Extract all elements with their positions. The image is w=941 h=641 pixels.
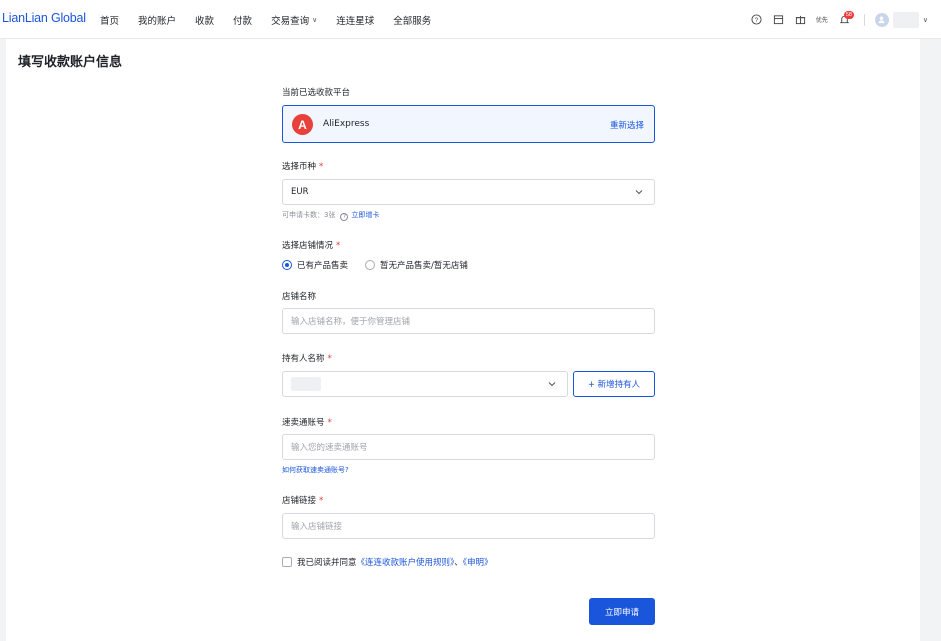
account-label: 速卖通账号 * bbox=[282, 416, 332, 428]
nav-label: 收款 bbox=[195, 15, 215, 27]
agreement-separator: 、 bbox=[454, 558, 463, 568]
platform-name: AliExpress bbox=[323, 119, 370, 129]
store-status-label-text: 选择店铺情况 bbox=[282, 241, 334, 251]
page-title: 填写收款账户信息 bbox=[18, 55, 123, 70]
gift-icon[interactable] bbox=[792, 11, 810, 29]
header-tools: ? 优先 58 ∨ bbox=[744, 0, 941, 39]
store-name-input[interactable]: 输入店铺名称，便于你管理店铺 bbox=[282, 308, 655, 334]
currency-select[interactable]: EUR bbox=[282, 179, 655, 205]
holder-label: 持有人名称 * bbox=[282, 352, 332, 364]
chevron-down-icon[interactable]: ∨ bbox=[923, 16, 928, 24]
agreement-checkbox[interactable] bbox=[282, 557, 292, 567]
store-name-label: 店铺名称 bbox=[282, 292, 317, 302]
main-nav: 首页 我的账户 收款 付款 交易查询 ∨ 连连星球 全部服务 bbox=[100, 0, 450, 39]
nav-label: 全部服务 bbox=[393, 15, 432, 27]
submit-apply-button[interactable]: 立即申请 bbox=[589, 598, 655, 625]
aliexpress-logo-icon: A bbox=[292, 114, 313, 135]
chevron-down-icon: ∨ bbox=[312, 15, 318, 24]
account-label-text: 速卖通账号 bbox=[282, 418, 325, 428]
nav-item-pay[interactable]: 付款 bbox=[233, 13, 252, 27]
notification-count-badge: 58 bbox=[843, 10, 854, 19]
radio-has-products[interactable] bbox=[282, 260, 292, 270]
agreement-text: 我已阅读并同意《连连收款账户使用规则》、《申明》 bbox=[297, 556, 493, 568]
help-icon[interactable]: ? bbox=[748, 11, 766, 29]
radio-label[interactable]: 暂无产品售卖/暂无店铺 bbox=[380, 259, 468, 271]
platform-label: 当前已选收款平台 bbox=[282, 88, 351, 98]
store-status-radio-group: 已有产品售卖 暂无产品售卖/暂无店铺 bbox=[282, 259, 485, 271]
chevron-down-icon bbox=[548, 382, 556, 387]
agreement-prefix: 我已阅读并同意 bbox=[297, 558, 357, 568]
store-link-label-text: 店铺链接 bbox=[282, 496, 317, 506]
holder-select[interactable] bbox=[282, 371, 568, 397]
radio-label[interactable]: 已有产品售卖 bbox=[297, 259, 348, 271]
required-mark: * bbox=[319, 162, 324, 172]
calendar-icon[interactable] bbox=[770, 11, 788, 29]
store-link-input[interactable]: 输入店铺链接 bbox=[282, 513, 655, 539]
currency-label: 选择币种 * bbox=[282, 160, 323, 172]
currency-label-text: 选择币种 bbox=[282, 162, 317, 172]
selected-platform-box: A AliExpress 重新选择 bbox=[282, 105, 655, 143]
language-label[interactable]: 优先 bbox=[816, 15, 828, 24]
currency-value: EUR bbox=[291, 187, 309, 197]
statement-link[interactable]: 《申明》 bbox=[463, 558, 493, 568]
username-redacted[interactable] bbox=[892, 11, 919, 28]
top-navigation-bar: LianLian Global 首页 我的账户 收款 付款 交易查询 ∨ 连连星球… bbox=[0, 0, 941, 39]
required-mark: * bbox=[336, 241, 341, 251]
form-card: 填写收款账户信息 当前已选收款平台 A AliExpress 重新选择 选择币种… bbox=[6, 39, 920, 641]
radio-no-products[interactable] bbox=[365, 260, 376, 270]
lianlian-logo[interactable]: LianLian Global bbox=[2, 11, 86, 25]
reselect-platform-link[interactable]: 重新选择 bbox=[610, 119, 644, 131]
store-link-label: 店铺链接 * bbox=[282, 494, 323, 506]
holder-label-text: 持有人名称 bbox=[282, 354, 325, 364]
nav-item-receive[interactable]: 收款 bbox=[195, 13, 214, 27]
nav-label: 付款 bbox=[233, 15, 253, 27]
nav-item-planet[interactable]: 连连星球 bbox=[336, 13, 374, 27]
how-to-get-account-link[interactable]: 如何获取速卖通账号? bbox=[282, 465, 349, 475]
add-holder-button[interactable]: + 新增持有人 bbox=[573, 371, 655, 397]
card-quota-text: 可申请卡数：3张 bbox=[282, 211, 336, 219]
svg-text:?: ? bbox=[755, 17, 759, 24]
store-status-label: 选择店铺情况 * bbox=[282, 239, 340, 251]
nav-label: 连连星球 bbox=[336, 15, 375, 27]
required-mark: * bbox=[319, 496, 324, 506]
aliexpress-account-input[interactable]: 输入您的速卖通账号 bbox=[282, 434, 655, 460]
required-mark: * bbox=[327, 418, 332, 428]
holder-value-redacted bbox=[291, 377, 321, 391]
avatar[interactable] bbox=[874, 12, 889, 27]
add-card-link[interactable]: 立即增卡 bbox=[351, 211, 379, 219]
nav-label: 我的账户 bbox=[138, 15, 177, 27]
info-icon[interactable]: ? bbox=[340, 213, 349, 221]
header-divider bbox=[863, 13, 865, 26]
notification-bell-icon[interactable]: 58 bbox=[836, 10, 854, 29]
currency-hint: 可申请卡数：3张? 立即增卡 bbox=[282, 210, 379, 221]
nav-item-home[interactable]: 首页 bbox=[100, 13, 119, 27]
chevron-down-icon bbox=[635, 190, 643, 195]
nav-item-my-account[interactable]: 我的账户 bbox=[138, 13, 176, 27]
required-mark: * bbox=[327, 354, 332, 364]
usage-rules-link[interactable]: 《连连收款账户使用规则》 bbox=[357, 558, 455, 568]
nav-label: 交易查询 bbox=[271, 15, 310, 27]
nav-item-transactions[interactable]: 交易查询 ∨ bbox=[271, 13, 317, 27]
nav-label: 首页 bbox=[100, 15, 120, 27]
nav-item-all-services[interactable]: 全部服务 bbox=[393, 13, 431, 27]
